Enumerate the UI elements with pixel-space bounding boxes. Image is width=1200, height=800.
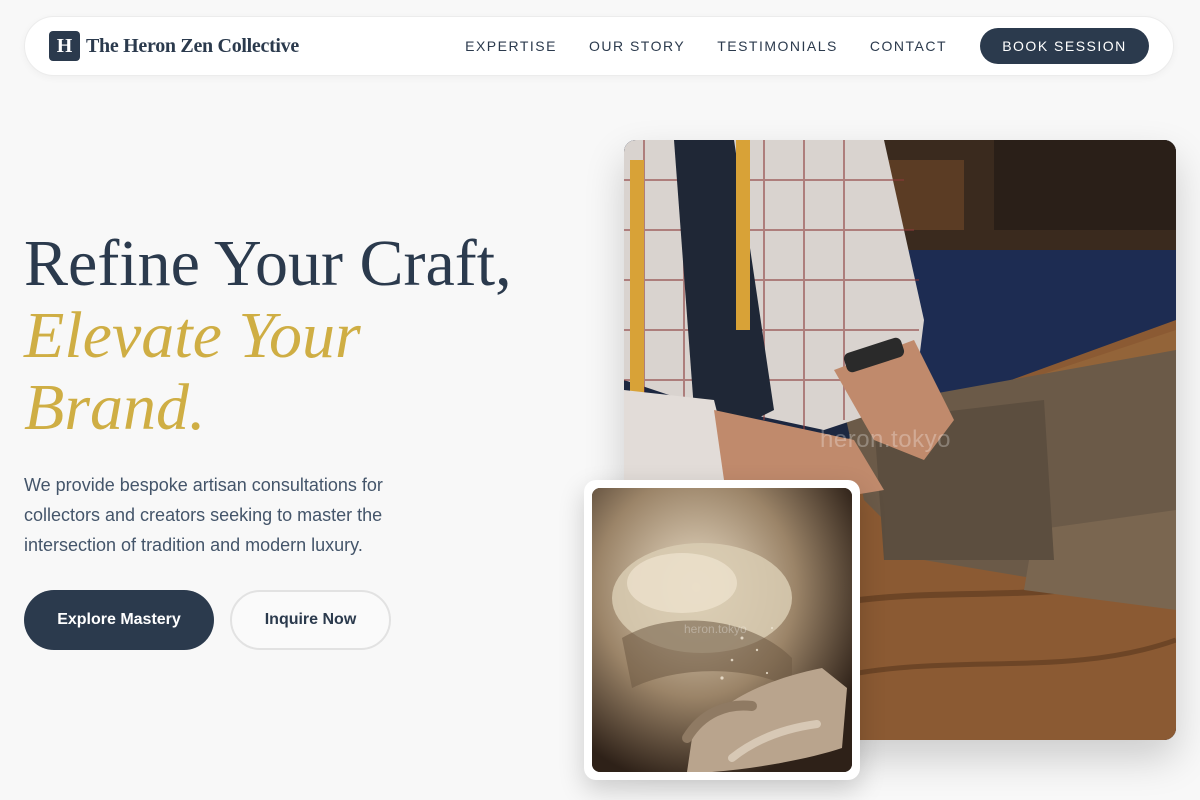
- main-image-watermark: heron.tokyo: [820, 426, 951, 453]
- inset-image-watermark: heron.tokyo: [684, 622, 747, 636]
- brand[interactable]: H The Heron Zen Collective: [49, 31, 299, 61]
- logo-icon: H: [49, 31, 80, 61]
- top-navbar: H The Heron Zen Collective EXPERTISE OUR…: [24, 16, 1174, 76]
- inquire-now-button[interactable]: Inquire Now: [230, 590, 391, 650]
- nav-links: EXPERTISE OUR STORY TESTIMONIALS CONTACT: [465, 38, 947, 54]
- inset-image-card: heron.tokyo: [584, 480, 860, 780]
- hero-headline: Refine Your Craft, Elevate Your Brand.: [24, 228, 512, 444]
- nav-right: EXPERTISE OUR STORY TESTIMONIALS CONTACT…: [465, 28, 1149, 64]
- headline-line-1: Refine Your Craft,: [24, 227, 512, 300]
- book-session-button[interactable]: BOOK SESSION: [980, 28, 1149, 64]
- nav-link-contact[interactable]: CONTACT: [870, 38, 947, 54]
- nav-link-testimonials[interactable]: TESTIMONIALS: [717, 38, 838, 54]
- potter-hands-image: heron.tokyo: [592, 488, 852, 772]
- nav-link-our-story[interactable]: OUR STORY: [589, 38, 685, 54]
- brand-name: The Heron Zen Collective: [86, 34, 299, 57]
- hero-lead-text: We provide bespoke artisan consultations…: [24, 475, 383, 555]
- explore-mastery-button[interactable]: Explore Mastery: [24, 590, 214, 650]
- nav-link-expertise[interactable]: EXPERTISE: [465, 38, 557, 54]
- headline-accent: Elevate Your Brand.: [24, 299, 361, 444]
